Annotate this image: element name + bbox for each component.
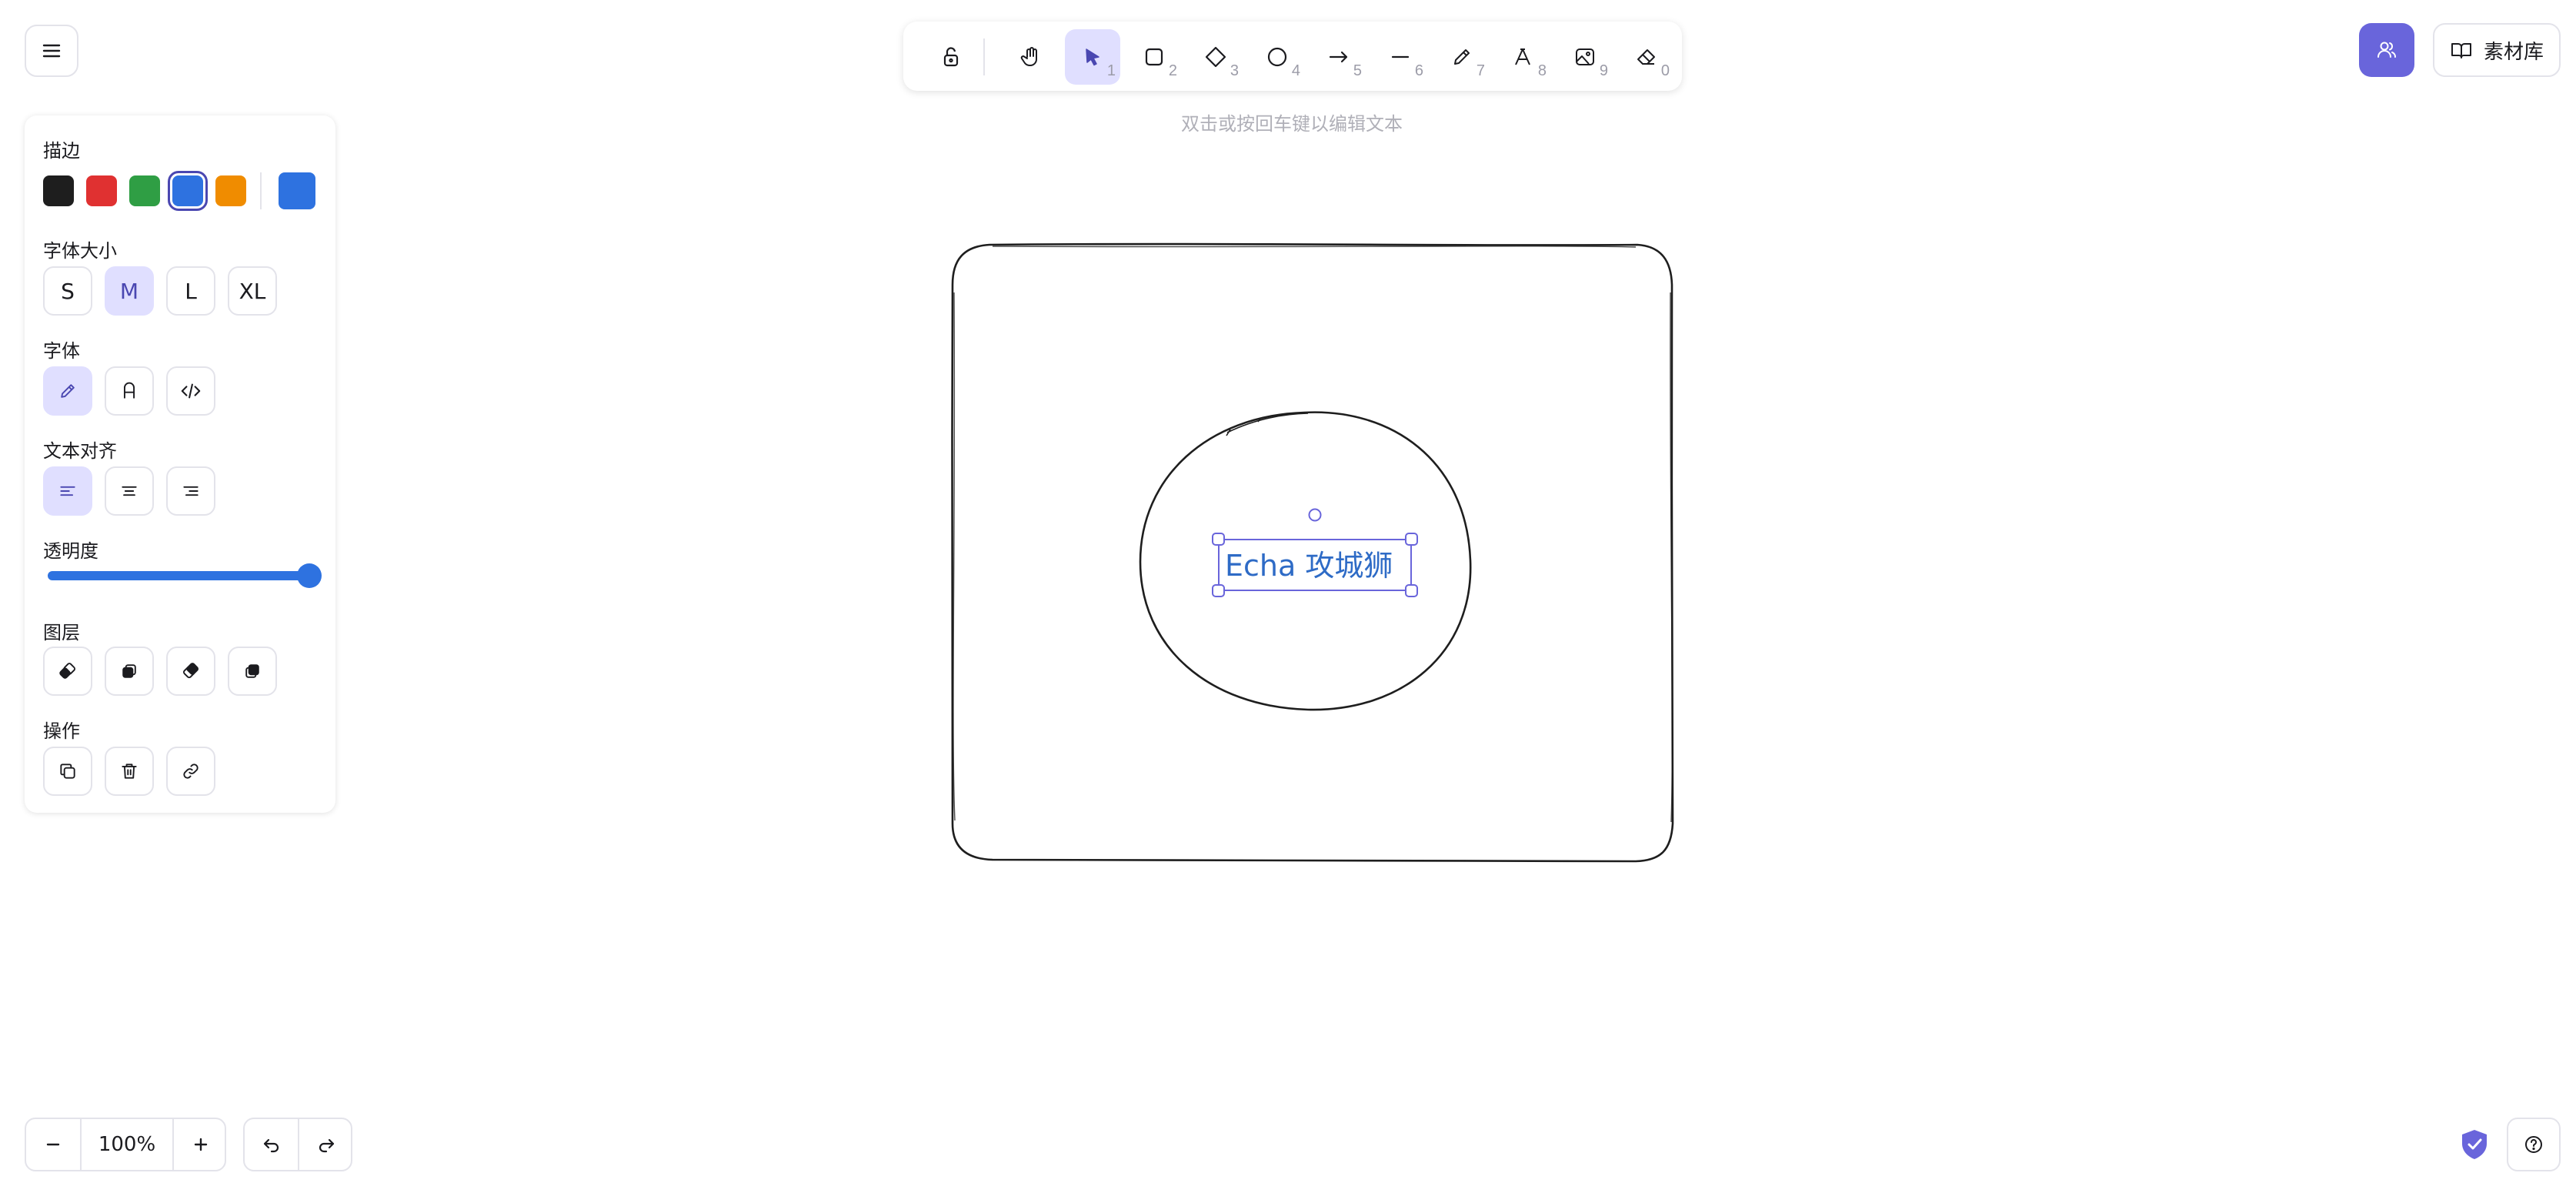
drawing-canvas[interactable] <box>0 0 2576 1193</box>
rectangle-shape-sketch <box>953 246 1673 823</box>
rotation-handle <box>1308 508 1322 522</box>
resize-handle-nw <box>1212 533 1225 546</box>
shield-check-icon <box>2462 1130 2487 1159</box>
undo-button[interactable] <box>245 1119 299 1170</box>
help-icon <box>2525 1136 2542 1153</box>
zoom-level[interactable]: 100% <box>80 1119 174 1170</box>
resize-handle-sw <box>1212 584 1225 597</box>
redo-icon <box>319 1138 335 1153</box>
encryption-shield[interactable] <box>2459 1128 2490 1164</box>
redo-button[interactable] <box>299 1119 353 1170</box>
zoom-out-button[interactable] <box>26 1119 80 1170</box>
zoom-in-button[interactable] <box>174 1119 228 1170</box>
undo-icon <box>263 1138 279 1153</box>
history-controls <box>243 1118 352 1171</box>
resize-handle-ne <box>1405 533 1418 546</box>
plus-icon <box>194 1138 208 1151</box>
resize-handle-se <box>1405 584 1418 597</box>
canvas-text-element[interactable]: Echa 攻城狮 <box>1225 542 1393 584</box>
zoom-controls: 100% <box>25 1118 226 1171</box>
help-button[interactable] <box>2507 1118 2561 1171</box>
minus-icon <box>46 1143 60 1146</box>
